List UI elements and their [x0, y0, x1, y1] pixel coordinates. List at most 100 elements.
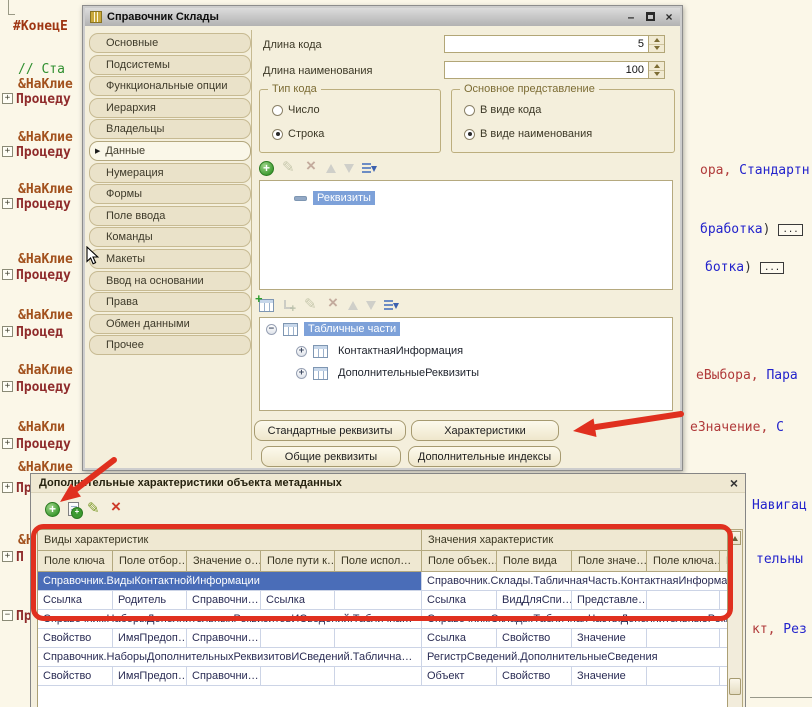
column-header[interactable]: Поле вида — [497, 551, 572, 572]
name-length-input[interactable] — [444, 61, 649, 79]
column-header[interactable]: Поле ключа… — [647, 551, 720, 572]
spin-down-icon[interactable] — [649, 71, 664, 79]
table-cell[interactable]: ИмяПредоп… — [113, 629, 187, 648]
code-fold-icon[interactable]: + — [2, 482, 13, 493]
table-cell[interactable]: РегистрСведений.ДополнительныеСведения — [422, 648, 728, 667]
code-fold-icon[interactable]: − — [2, 610, 13, 621]
table-cell[interactable]: Ссылка — [38, 591, 113, 610]
column-header[interactable]: Поле испол… — [335, 551, 422, 572]
tab-1[interactable]: Основные — [89, 33, 251, 53]
table-cell[interactable] — [261, 629, 335, 648]
characteristics-table[interactable]: Виды характеристикЗначения характеристик… — [37, 529, 728, 707]
tree-item-label[interactable]: Табличные части — [304, 322, 400, 336]
code-fold-icon[interactable]: + — [2, 381, 13, 392]
code-fold-icon[interactable]: + — [2, 146, 13, 157]
tree-item-label[interactable]: ДополнительныеРеквизиты — [334, 366, 483, 380]
common-attributes-button[interactable]: Общие реквизиты — [261, 446, 401, 467]
column-header[interactable]: Поле значе… — [572, 551, 647, 572]
tree-item[interactable]: +ДополнительныеРеквизиты — [260, 362, 672, 384]
tree-item-label[interactable]: КонтактнаяИнформация — [334, 344, 467, 358]
column-header[interactable]: Поле отбор… — [113, 551, 187, 572]
table-cell[interactable] — [335, 629, 422, 648]
tree-item[interactable]: +КонтактнаяИнформация — [260, 340, 672, 362]
table-cell[interactable] — [647, 591, 720, 610]
table-cell[interactable]: Справочник.ВидыКонтактнойИнформации — [38, 572, 422, 591]
tab-9[interactable]: Поле ввода — [89, 206, 251, 226]
edit-icon[interactable] — [87, 501, 102, 517]
delete-icon[interactable] — [110, 502, 123, 516]
table-cell[interactable] — [335, 667, 422, 686]
spin-down-icon[interactable] — [649, 45, 664, 53]
code-length-spinner[interactable] — [649, 35, 665, 53]
table-cell[interactable]: Справочни… — [187, 667, 261, 686]
add-attribute-icon[interactable] — [259, 161, 274, 176]
tabular-sections-tree[interactable]: − Табличные части +КонтактнаяИнформация+До… — [259, 317, 673, 411]
column-header[interactable]: Поле ключа — [38, 551, 113, 572]
table-cell[interactable] — [720, 667, 728, 686]
group-header[interactable]: Виды характеристик — [38, 530, 422, 551]
code-fold-icon[interactable]: + — [2, 326, 13, 337]
table-cell[interactable]: Справочник.Склады.ТабличнаяЧасть.Контакт… — [422, 572, 728, 591]
table-cell[interactable]: Ссылка — [422, 591, 497, 610]
scroll-up-button[interactable] — [729, 531, 741, 545]
tab-8[interactable]: Формы — [89, 184, 251, 204]
column-header[interactable]: Значение о… — [187, 551, 261, 572]
group-header[interactable]: Значения характеристик — [422, 530, 728, 551]
column-header[interactable]: Поле объек… — [422, 551, 497, 572]
spin-up-icon[interactable] — [649, 36, 664, 45]
code-fold-icon[interactable]: + — [2, 269, 13, 280]
code-fold-icon[interactable]: + — [2, 551, 13, 562]
table-cell[interactable]: Объект — [422, 667, 497, 686]
table-row[interactable]: Справочник.НаборыДополнительныхРеквизито… — [38, 648, 727, 667]
table-cell[interactable]: Свойство — [497, 667, 572, 686]
table-cell[interactable] — [261, 667, 335, 686]
table-cell[interactable]: Представле… — [572, 591, 647, 610]
add-icon[interactable] — [45, 502, 60, 517]
table-cell[interactable]: Справочни… — [187, 629, 261, 648]
code-length-input[interactable] — [444, 35, 649, 53]
tree-item[interactable]: − Табличные части — [260, 318, 672, 340]
additional-indexes-button[interactable]: Дополнительные индексы — [408, 446, 561, 467]
table-cell[interactable]: ИмяПредоп… — [113, 667, 187, 686]
table-cell[interactable] — [720, 591, 728, 610]
table-cell[interactable]: Значение — [572, 629, 647, 648]
tab-5[interactable]: Владельцы — [89, 119, 251, 139]
radio-as-name[interactable] — [464, 129, 475, 140]
table-cell[interactable]: Ссылка — [261, 591, 335, 610]
close-button[interactable]: × — [730, 475, 738, 491]
table-cell[interactable] — [335, 591, 422, 610]
attributes-tree[interactable]: Реквизиты — [259, 180, 673, 290]
tab-6[interactable]: ▶Данные — [89, 141, 251, 161]
tab-14[interactable]: Обмен данными — [89, 314, 251, 334]
table-cell[interactable] — [720, 629, 728, 648]
standard-attributes-button[interactable]: Стандартные реквизиты — [254, 420, 406, 441]
tab-10[interactable]: Команды — [89, 227, 251, 247]
tab-2[interactable]: Подсистемы — [89, 55, 251, 75]
table-cell[interactable]: Справочник.Склады.ТабличнаяЧасть.Дополни… — [422, 610, 728, 629]
sort-order-icon[interactable] — [384, 299, 398, 312]
collapsed-code-icon[interactable]: ... — [760, 262, 784, 274]
tab-3[interactable]: Функциональные опции — [89, 76, 251, 96]
add-tabular-section-icon[interactable] — [259, 299, 274, 312]
collapse-icon[interactable]: − — [266, 324, 277, 335]
code-fold-icon[interactable]: + — [2, 93, 13, 104]
table-row[interactable]: Справочник.ВидыКонтактнойИнформацииСправ… — [38, 572, 727, 591]
code-fold-icon[interactable]: + — [2, 438, 13, 449]
table-row[interactable]: СвойствоИмяПредоп…Справочни…СсылкаСвойст… — [38, 629, 727, 648]
collapsed-code-icon[interactable]: ... — [778, 224, 802, 236]
copy-icon[interactable] — [68, 502, 79, 516]
tab-13[interactable]: Права — [89, 292, 251, 312]
table-cell[interactable]: Ссылка — [422, 629, 497, 648]
tab-11[interactable]: Макеты — [89, 249, 251, 269]
table-cell[interactable]: Справочни… — [187, 591, 261, 610]
tree-item[interactable]: Реквизиты — [260, 188, 672, 208]
table-cell[interactable]: Значение — [572, 667, 647, 686]
table-row[interactable]: СвойствоИмяПредоп…Справочни…ОбъектСвойст… — [38, 667, 727, 686]
radio-number[interactable] — [272, 105, 283, 116]
radio-string[interactable] — [272, 129, 283, 140]
tab-12[interactable]: Ввод на основании — [89, 271, 251, 291]
table-cell[interactable]: Родитель — [113, 591, 187, 610]
radio-as-code[interactable] — [464, 105, 475, 116]
name-length-spinner[interactable] — [649, 61, 665, 79]
table-cell[interactable] — [647, 667, 720, 686]
